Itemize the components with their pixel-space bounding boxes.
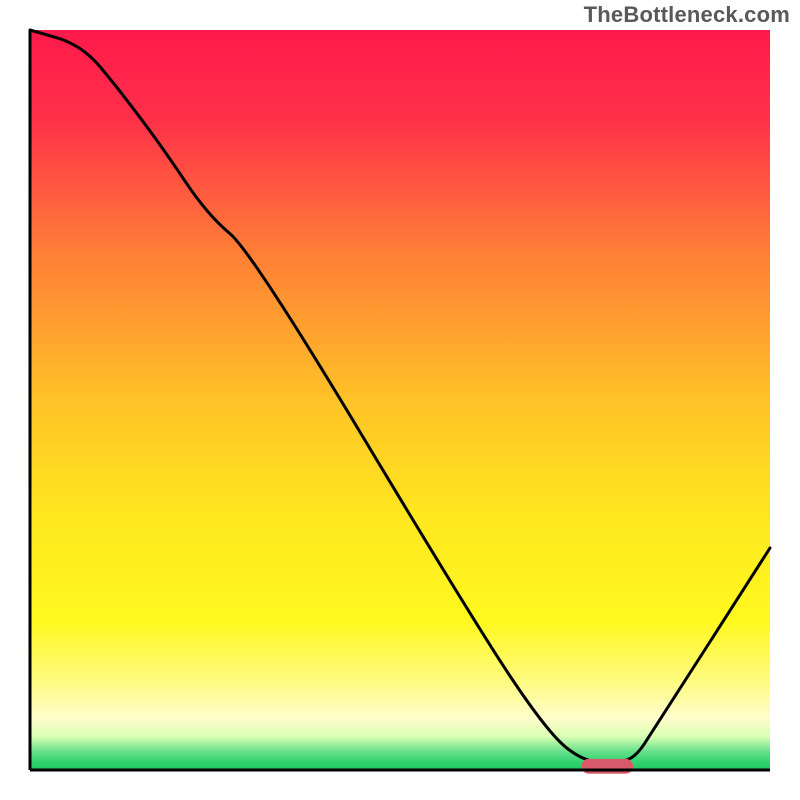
chart-stage: TheBottleneck.com <box>0 0 800 800</box>
watermark-text: TheBottleneck.com <box>584 2 790 28</box>
plot-background <box>30 30 770 770</box>
bottleneck-chart <box>0 0 800 800</box>
